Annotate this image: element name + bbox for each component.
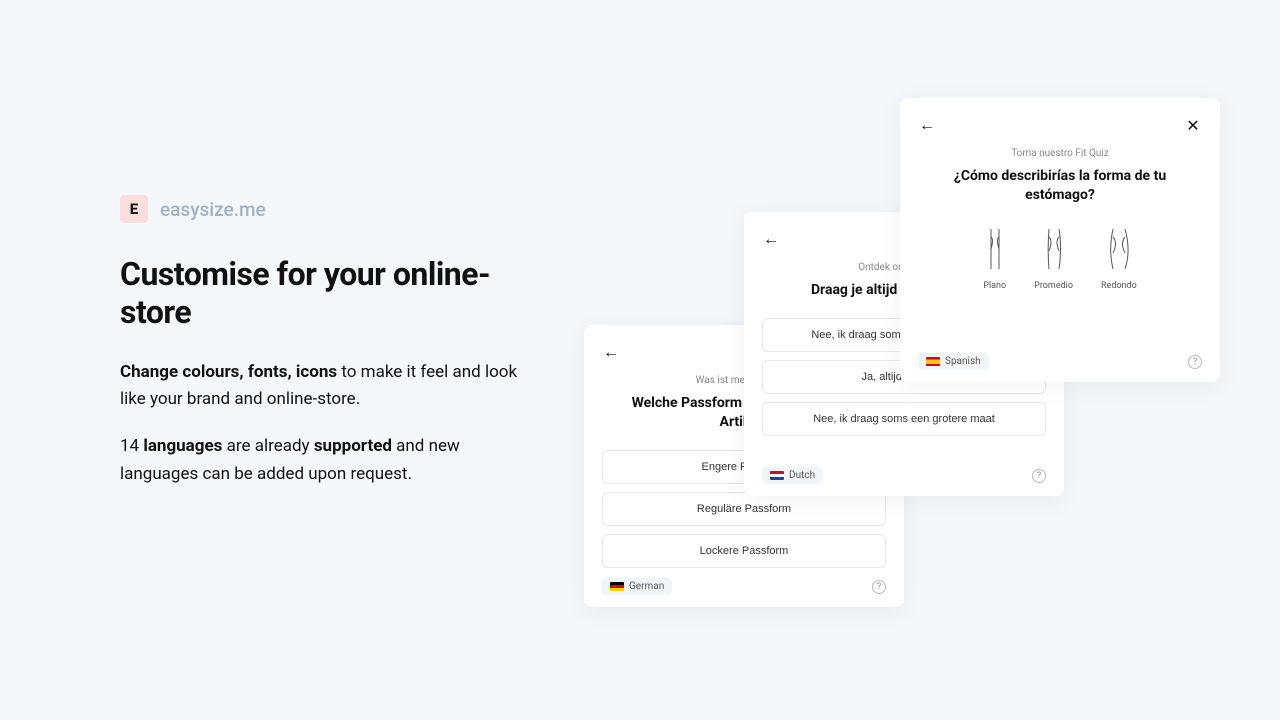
help-icon[interactable]: ? [1188, 355, 1202, 369]
help-icon[interactable]: ? [1032, 469, 1046, 483]
brand-logo: E easysize.me [120, 195, 540, 223]
close-icon[interactable]: ✕ [1184, 116, 1202, 134]
body-shape-option-round[interactable]: Redondo [1101, 227, 1137, 291]
logo-text: easysize.me [160, 198, 266, 221]
option-button[interactable]: Lockere Passform [602, 534, 886, 568]
language-selector[interactable]: Spanish [918, 353, 989, 370]
quiz-card-spanish: ← ✕ Toma nuestro Fit Quiz ¿Cómo describi… [900, 98, 1220, 382]
paragraph-1: Change colours, fonts, icons to make it … [120, 359, 540, 413]
body-shape-option-average[interactable]: Promedio [1034, 227, 1073, 291]
language-selector[interactable]: Dutch [762, 467, 823, 484]
paragraph-2: 14 languages are already supported and n… [120, 433, 540, 487]
body-average-icon [1043, 227, 1065, 271]
language-label: Spanish [945, 356, 981, 367]
body-shape-option-flat[interactable]: Plano [983, 227, 1006, 291]
marketing-copy: E easysize.me Customise for your online-… [120, 195, 540, 508]
help-icon[interactable]: ? [872, 580, 886, 594]
back-arrow-icon[interactable]: ← [762, 230, 780, 248]
language-label: German [629, 581, 664, 592]
back-arrow-icon[interactable]: ← [918, 116, 936, 134]
card-question: ¿Cómo describirías la forma de tu estóma… [918, 167, 1202, 205]
logo-mark: E [120, 195, 148, 223]
language-label: Dutch [789, 470, 815, 481]
flag-spain-icon [926, 357, 940, 366]
flag-netherlands-icon [770, 471, 784, 480]
paragraph-1-strong: Change colours, fonts, icons [120, 362, 337, 382]
card-subtitle: Toma nuestro Fit Quiz [918, 148, 1202, 159]
body-flat-icon [985, 227, 1005, 271]
shape-label: Plano [983, 281, 1006, 291]
flag-germany-icon [610, 582, 624, 591]
option-button[interactable]: Nee, ik draag soms een grotere maat [762, 402, 1046, 436]
back-arrow-icon[interactable]: ← [602, 343, 620, 361]
shape-label: Promedio [1034, 281, 1073, 291]
language-selector[interactable]: German [602, 578, 672, 595]
body-round-icon [1107, 227, 1131, 271]
body-shape-row: Plano Promedio Redondo [918, 227, 1202, 291]
shape-label: Redondo [1101, 281, 1137, 291]
page-title: Customise for your online-store [120, 255, 540, 331]
option-button[interactable]: Reguläre Passform [602, 492, 886, 526]
